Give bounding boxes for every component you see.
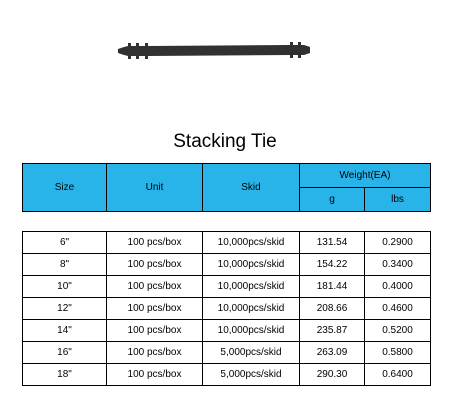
spec-table-body: 6" 100 pcs/box 10,000pcs/skid 131.54 0.2900 8… bbox=[22, 231, 431, 386]
table-row: 16" 100 pcs/box 5,000pcs/skid 263.09 0.5800 bbox=[22, 341, 431, 364]
cell-g: 131.54 bbox=[299, 231, 365, 254]
cell-unit: 100 pcs/box bbox=[106, 363, 203, 386]
cell-unit: 100 pcs/box bbox=[106, 341, 203, 364]
cell-unit: 100 pcs/box bbox=[106, 275, 203, 298]
cell-size: 12" bbox=[22, 297, 107, 320]
header-g: g bbox=[299, 187, 365, 212]
cell-lbs: 0.4000 bbox=[364, 275, 431, 298]
cell-size: 16" bbox=[22, 341, 107, 364]
cell-g: 263.09 bbox=[299, 341, 365, 364]
cell-skid: 10,000pcs/skid bbox=[202, 319, 300, 342]
cell-lbs: 0.5200 bbox=[364, 319, 431, 342]
product-title: Stacking Tie bbox=[173, 131, 277, 152]
cell-g: 181.44 bbox=[299, 275, 365, 298]
table-row: 14" 100 pcs/box 10,000pcs/skid 235.87 0.5200 bbox=[22, 319, 431, 342]
cell-size: 8" bbox=[22, 253, 107, 276]
header-skid: Skid bbox=[202, 163, 300, 212]
cell-skid: 10,000pcs/skid bbox=[202, 253, 300, 276]
header-lbs: lbs bbox=[363, 187, 432, 212]
cell-size: 18" bbox=[22, 363, 107, 386]
cell-skid: 5,000pcs/skid bbox=[202, 363, 300, 386]
cell-lbs: 0.6400 bbox=[364, 363, 431, 386]
cell-g: 290.30 bbox=[299, 363, 365, 386]
stacking-tie-icon bbox=[118, 42, 310, 59]
cell-unit: 100 pcs/box bbox=[106, 231, 203, 254]
cell-skid: 5,000pcs/skid bbox=[202, 341, 300, 364]
cell-g: 154.22 bbox=[299, 253, 365, 276]
cell-skid: 10,000pcs/skid bbox=[202, 297, 300, 320]
cell-size: 14" bbox=[22, 319, 107, 342]
cell-lbs: 0.3400 bbox=[364, 253, 431, 276]
table-row: 10" 100 pcs/box 10,000pcs/skid 181.44 0.4000 bbox=[22, 275, 431, 298]
cell-skid: 10,000pcs/skid bbox=[202, 231, 300, 254]
cell-unit: 100 pcs/box bbox=[106, 297, 203, 320]
table-row: 12" 100 pcs/box 10,000pcs/skid 208.66 0.4600 bbox=[22, 297, 431, 320]
cell-skid: 10,000pcs/skid bbox=[202, 275, 300, 298]
stacking-tie-image bbox=[118, 42, 310, 59]
table-row: 6" 100 pcs/box 10,000pcs/skid 131.54 0.2900 bbox=[22, 231, 431, 254]
cell-size: 6" bbox=[22, 231, 107, 254]
cell-g: 208.66 bbox=[299, 297, 365, 320]
cell-g: 235.87 bbox=[299, 319, 365, 342]
cell-lbs: 0.4600 bbox=[364, 297, 431, 320]
header-unit: Unit bbox=[106, 163, 203, 212]
cell-lbs: 0.2900 bbox=[364, 231, 431, 254]
cell-unit: 100 pcs/box bbox=[106, 319, 203, 342]
spec-table-header: Size Unit Skid Weight(EA) g lbs bbox=[22, 163, 432, 212]
header-weight: Weight(EA) bbox=[298, 163, 432, 188]
cell-unit: 100 pcs/box bbox=[106, 253, 203, 276]
header-size: Size bbox=[22, 163, 107, 212]
cell-lbs: 0.5800 bbox=[364, 341, 431, 364]
cell-size: 10" bbox=[22, 275, 107, 298]
table-row: 18" 100 pcs/box 5,000pcs/skid 290.30 0.6400 bbox=[22, 363, 431, 386]
table-row: 8" 100 pcs/box 10,000pcs/skid 154.22 0.3400 bbox=[22, 253, 431, 276]
